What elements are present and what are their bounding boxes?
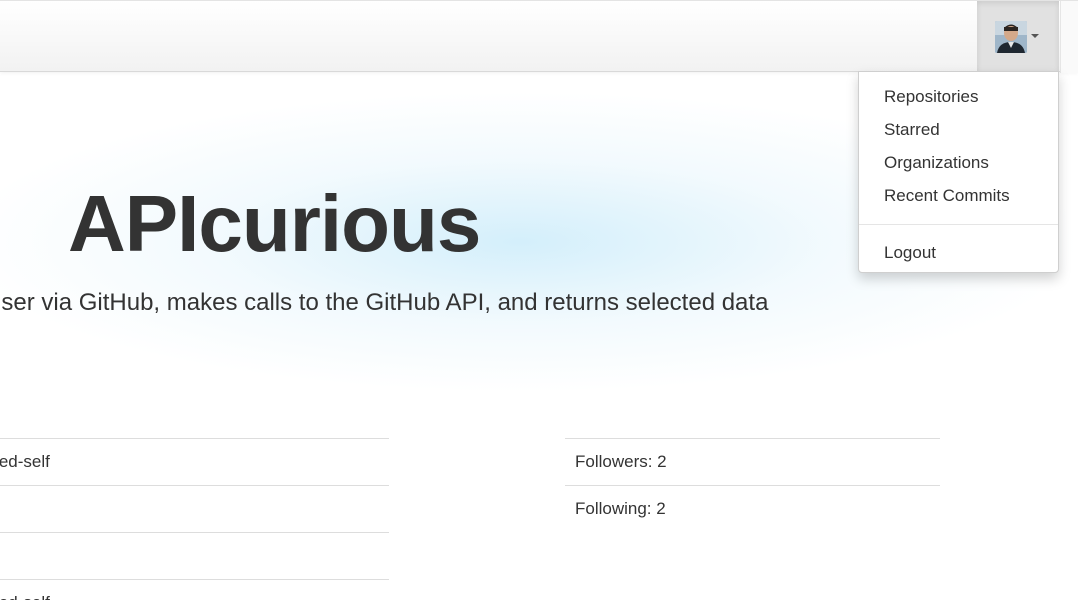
menu-item-organizations[interactable]: Organizations: [859, 146, 1058, 179]
following-count: Following: 2: [575, 499, 666, 518]
followers-count: Followers: 2: [575, 452, 667, 471]
profile-stats-table: Followers: 2 Following: 2: [565, 438, 940, 532]
user-menu-toggle[interactable]: [977, 1, 1059, 73]
page-subtitle: es a user via GitHub, makes calls to the…: [0, 289, 769, 316]
page-title: APIcurious: [68, 179, 481, 268]
scrollbar-edge: [1060, 1, 1078, 73]
menu-item-repositories[interactable]: Repositories: [859, 80, 1058, 113]
table-row: [0, 532, 389, 579]
caret-down-icon: [1031, 34, 1039, 38]
repo-name[interactable]: quantified-self: [0, 452, 50, 471]
user-avatar[interactable]: [995, 21, 1027, 53]
repo-name[interactable]: quantified-self: [0, 593, 50, 600]
menu-item-starred[interactable]: Starred: [859, 113, 1058, 146]
menu-item-logout[interactable]: Logout: [859, 236, 1058, 269]
menu-item-recent-commits[interactable]: Recent Commits: [859, 179, 1058, 212]
top-navbar: [0, 0, 1078, 73]
page: APIcurious es a user via GitHub, makes c…: [0, 0, 1078, 600]
table-row: quantified-self: [0, 438, 389, 485]
repositories-table: quantified-self quantified-self: [0, 438, 389, 600]
table-row: [0, 485, 389, 532]
followers-row: Followers: 2: [565, 438, 940, 485]
menu-divider: [859, 224, 1058, 225]
avatar-image-icon: [995, 21, 1027, 53]
user-dropdown-menu: Repositories Starred Organizations Recen…: [858, 71, 1059, 273]
following-row: Following: 2: [565, 485, 940, 532]
table-row: quantified-self: [0, 579, 389, 600]
